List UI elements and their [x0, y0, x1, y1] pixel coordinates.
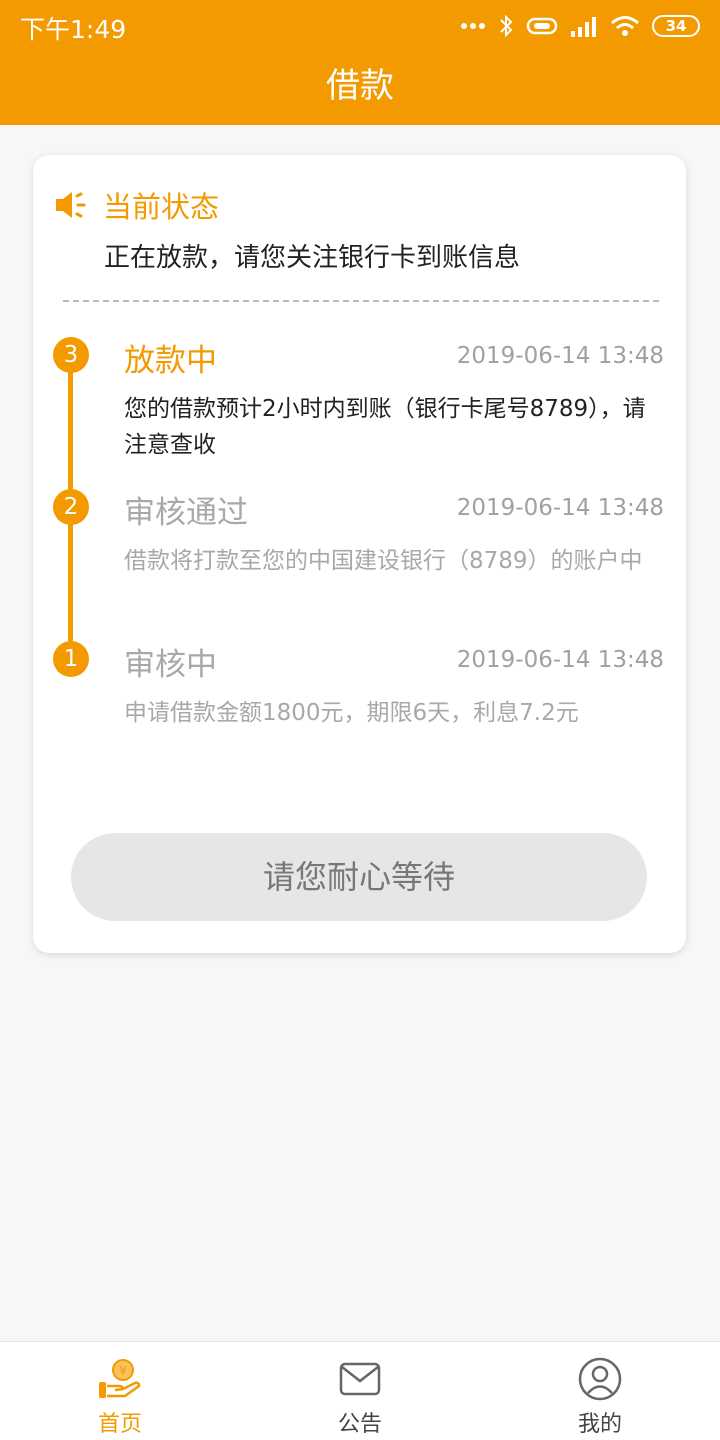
app-header: 下午1:49 34 借款 — [0, 0, 720, 125]
tab-label: 我的 — [577, 1412, 622, 1437]
step-title: 审核中 — [124, 647, 217, 683]
tab-home[interactable]: ¥ 首页 — [0, 1342, 240, 1440]
signal-icon — [571, 17, 596, 37]
step-number-badge: 3 — [53, 337, 89, 373]
step-description: 申请借款金额1800元，期限6天，利息7.2元 — [124, 700, 579, 726]
step-time: 2019-06-14 13:48 — [456, 647, 664, 673]
page-title: 借款 — [326, 66, 394, 106]
status-heading-row: 当前状态 — [53, 185, 219, 225]
status-message: 正在放款，请您关注银行卡到账信息 — [104, 243, 521, 273]
step-title: 放款中 — [124, 343, 217, 379]
user-circle-icon — [578, 1357, 622, 1401]
hand-coin-icon: ¥ — [99, 1359, 141, 1398]
status-heading: 当前状态 — [103, 190, 220, 224]
loan-status-card: 当前状态 正在放款，请您关注银行卡到账信息 3 放款中 2019-06-14 1… — [33, 155, 686, 953]
step-title: 审核通过 — [124, 495, 248, 531]
more-dots-icon — [461, 23, 485, 29]
dashed-divider — [63, 300, 659, 302]
step-time: 2019-06-14 13:48 — [456, 495, 664, 521]
tab-mine[interactable]: 我的 — [480, 1342, 720, 1440]
step-description: 您的借款预计2小时内到账（银行卡尾号8789），请注意查收 — [124, 396, 646, 458]
battery-indicator: 34 — [652, 15, 700, 37]
step-description: 借款将打款至您的中国建设银行（8789）的账户中 — [124, 548, 643, 574]
tab-label: 公告 — [337, 1412, 382, 1437]
tab-label: 首页 — [97, 1412, 142, 1437]
svg-text:¥: ¥ — [119, 1364, 127, 1378]
bottom-tab-bar: ¥ 首页 公告 我的 — [0, 1341, 720, 1440]
sync-icon — [526, 17, 558, 35]
step-number-badge: 1 — [53, 641, 89, 677]
status-time: 下午1:49 — [20, 15, 127, 44]
step-time: 2019-06-14 13:48 — [456, 343, 664, 369]
bluetooth-icon — [500, 14, 513, 38]
step-number-badge: 2 — [53, 489, 89, 525]
envelope-icon — [339, 1362, 381, 1396]
wait-button[interactable]: 请您耐心等待 — [71, 833, 647, 921]
status-icons: 34 — [460, 12, 700, 40]
tab-notice[interactable]: 公告 — [240, 1342, 480, 1440]
wifi-icon — [611, 16, 639, 36]
status-bar: 下午1:49 34 — [0, 0, 720, 52]
speaker-icon — [56, 192, 86, 218]
